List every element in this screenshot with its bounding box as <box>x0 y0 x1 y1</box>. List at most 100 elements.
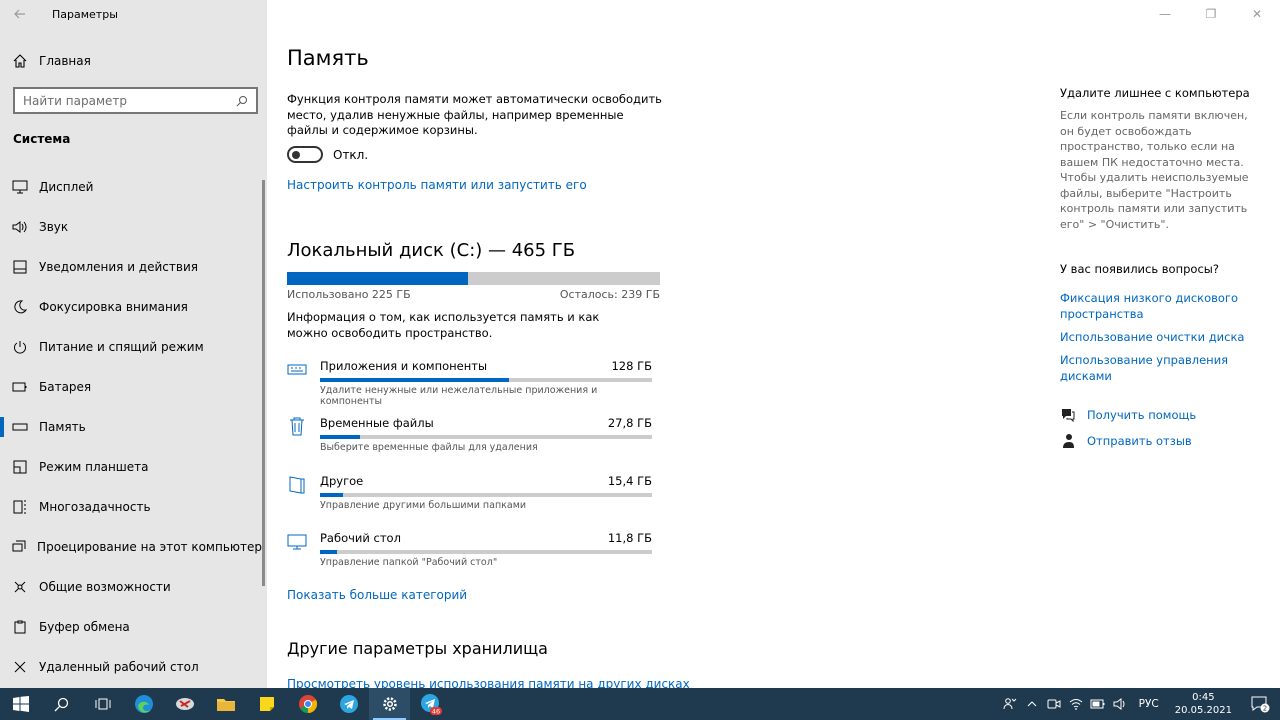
taskbar-search-button[interactable] <box>41 688 82 720</box>
send-feedback-link[interactable]: Отправить отзыв <box>1060 433 1192 449</box>
window-controls: — ❐ ✕ <box>1142 0 1280 28</box>
disk-used-label: Использовано 225 ГБ <box>287 288 411 301</box>
taskbar-app[interactable] <box>164 688 205 720</box>
category-size: 27,8 ГБ <box>607 416 652 430</box>
people-icon[interactable] <box>999 688 1021 720</box>
input-language[interactable]: РУС <box>1139 698 1159 710</box>
start-button[interactable] <box>0 688 41 720</box>
sidebar-item-label: Фокусировка внимания <box>39 300 188 314</box>
sidebar-home[interactable]: Главная <box>0 44 262 78</box>
taskbar-telegram[interactable] <box>328 688 369 720</box>
configure-storage-sense-link[interactable]: Настроить контроль памяти или запустить … <box>287 178 587 192</box>
battery-icon <box>12 379 28 395</box>
tablet-icon <box>12 459 28 475</box>
search-icon <box>54 697 69 711</box>
taskbar-telegram-badge[interactable]: 46 <box>410 688 451 720</box>
sidebar-item-shared[interactable]: Общие возможности <box>0 567 262 607</box>
sidebar-item-label: Проецирование на этот компьютер <box>37 540 262 554</box>
home-icon <box>13 54 27 68</box>
edge-icon <box>134 695 153 713</box>
minimize-button[interactable]: — <box>1142 0 1188 28</box>
meet-now-icon[interactable] <box>1043 688 1065 720</box>
help-link-disk-cleanup[interactable]: Использование очистки диска <box>1060 329 1270 345</box>
sidebar-scrollbar[interactable] <box>262 180 265 586</box>
taskbar-edge[interactable] <box>123 688 164 720</box>
related-heading: Удалите лишнее с компьютера <box>1060 86 1250 100</box>
maximize-button[interactable]: ❐ <box>1188 0 1234 28</box>
sidebar-item-tablet[interactable]: Режим планшета <box>0 447 262 487</box>
sidebar-item-display[interactable]: Дисплей <box>0 167 262 207</box>
taskbar-settings[interactable] <box>369 688 410 720</box>
category-size: 128 ГБ <box>611 359 652 373</box>
category-temp-files[interactable]: Временные файлы 27,8 ГБ Выберите временн… <box>287 416 657 466</box>
sidebar-item-battery[interactable]: Батарея <box>0 367 262 407</box>
category-bar <box>320 493 652 497</box>
taskbar-file-explorer[interactable] <box>205 688 246 720</box>
category-name: Приложения и компоненты <box>320 359 488 373</box>
sound-icon <box>12 219 28 235</box>
clock[interactable]: 0:45 20.05.2021 <box>1175 691 1232 717</box>
category-desktop[interactable]: Рабочий стол 11,8 ГБ Управление папкой "… <box>287 531 657 581</box>
sidebar: Параметры Главная Найти параметр Система… <box>0 0 267 688</box>
sidebar-item-label: Питание и спящий режим <box>39 340 204 354</box>
sidebar-item-power[interactable]: Питание и спящий режим <box>0 327 262 367</box>
sidebar-item-label: Общие возможности <box>39 580 171 594</box>
taskbar-sticky-notes[interactable] <box>246 688 287 720</box>
folder-other-icon <box>289 476 305 494</box>
sidebar-item-notifications[interactable]: Уведомления и действия <box>0 247 262 287</box>
wifi-icon[interactable] <box>1065 688 1087 720</box>
close-button[interactable]: ✕ <box>1234 0 1280 28</box>
sticky-notes-icon <box>259 697 274 711</box>
storage-sense-toggle[interactable] <box>287 146 323 163</box>
disk-usage-bar <box>287 272 660 285</box>
projecting-icon <box>12 539 26 555</box>
category-bar <box>320 550 652 554</box>
section-label: Система <box>13 132 71 146</box>
page-title: Память <box>287 46 369 70</box>
clipboard-icon <box>12 619 28 635</box>
back-button[interactable] <box>0 0 40 28</box>
sidebar-item-focus[interactable]: Фокусировка внимания <box>0 287 262 327</box>
category-bar-fill <box>320 435 360 439</box>
category-bar-fill <box>320 493 344 497</box>
title-bar: Параметры <box>0 0 267 28</box>
category-apps[interactable]: Приложения и компоненты 128 ГБ Удалите н… <box>287 359 657 409</box>
taskbar-chrome[interactable] <box>287 688 328 720</box>
sidebar-item-remote-desktop[interactable]: Удаленный рабочий стол <box>0 647 262 687</box>
other-drives-link[interactable]: Просмотреть уровень использования памяти… <box>287 677 690 688</box>
settings-icon <box>382 697 397 711</box>
category-bar-fill <box>320 378 510 382</box>
sidebar-item-multitasking[interactable]: Многозадачность <box>0 487 262 527</box>
multitasking-icon <box>12 499 28 515</box>
volume-icon[interactable] <box>1109 688 1131 720</box>
get-help-link[interactable]: Получить помощь <box>1060 407 1196 423</box>
search-input[interactable]: Найти параметр <box>13 87 258 114</box>
taskbar: 46 РУС 0:45 20.05.2021 2 <box>0 688 1280 720</box>
search-icon <box>236 95 247 106</box>
category-name: Рабочий стол <box>320 531 401 545</box>
category-bar <box>320 435 652 439</box>
sidebar-item-sound[interactable]: Звук <box>0 207 262 247</box>
chevron-up-icon[interactable] <box>1021 688 1043 720</box>
help-link-disk-management[interactable]: Использование управления дисками <box>1060 352 1270 384</box>
sidebar-item-projecting[interactable]: Проецирование на этот компьютер <box>0 527 262 567</box>
help-link-low-disk[interactable]: Фиксация низкого дискового пространства <box>1060 290 1270 322</box>
system-tray: РУС 0:45 20.05.2021 2 <box>999 688 1280 720</box>
category-description: Удалите ненужные или нежелательные прило… <box>320 385 598 407</box>
toggle-label: Откл. <box>333 148 369 162</box>
battery-tray-icon[interactable] <box>1087 688 1109 720</box>
category-other[interactable]: Другое 15,4 ГБ Управление другими больши… <box>287 474 657 524</box>
category-bar <box>320 378 652 382</box>
sidebar-item-label: Дисплей <box>39 180 94 194</box>
category-size: 11,8 ГБ <box>607 531 652 545</box>
show-more-categories-link[interactable]: Показать больше категорий <box>287 588 467 602</box>
task-view-button[interactable] <box>82 688 123 720</box>
focus-icon <box>12 299 28 315</box>
help-chat-icon <box>1062 409 1075 423</box>
action-center-button[interactable]: 2 <box>1240 688 1280 720</box>
start-icon <box>12 696 29 712</box>
sidebar-item-storage[interactable]: Память <box>0 407 262 447</box>
sidebar-item-clipboard[interactable]: Буфер обмена <box>0 607 262 647</box>
main-content: Память Функция контроля памяти может авт… <box>287 0 1027 688</box>
category-name: Другое <box>320 474 364 488</box>
